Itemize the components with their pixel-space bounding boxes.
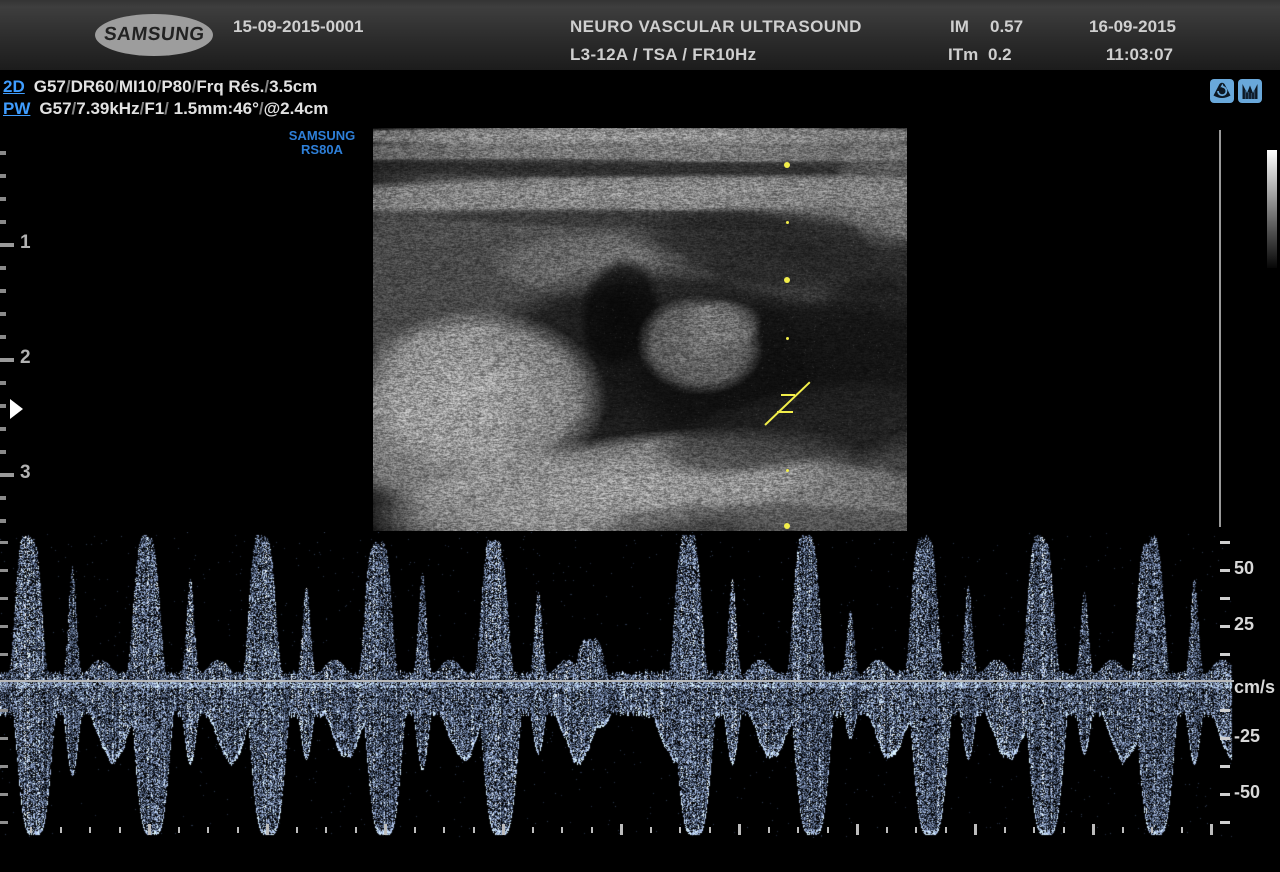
depth-ruler-minor-tick xyxy=(0,220,6,224)
velocity-scale-label: 50 xyxy=(1234,558,1280,579)
param-line-2d: 2DG57/DR60/MI10/P80/Frq Rés./3.5cm xyxy=(3,77,317,97)
machine-model-label: SAMSUNG RS80A xyxy=(288,129,356,157)
doppler-baseline[interactable] xyxy=(0,680,1234,682)
param-line-pw: PWG57/7.39kHz/F1/ 1.5mm:46°/@2.4cm xyxy=(3,99,328,119)
param-segment: 3.5cm xyxy=(269,77,317,96)
param-segment: 7.39kHz xyxy=(76,99,139,118)
model-brand: SAMSUNG xyxy=(288,129,356,143)
param-segment: @2.4cm xyxy=(264,99,329,118)
ti-label: ITm xyxy=(948,45,988,65)
patient-id: 15-09-2015-0001 xyxy=(233,17,363,37)
doppler-spectrum[interactable] xyxy=(0,532,1234,838)
model-name: RS80A xyxy=(288,143,356,157)
depth-ruler-minor-tick xyxy=(0,496,6,500)
samsung-logo-text: SAMSUNG xyxy=(103,24,206,46)
depth-ruler-minor-tick xyxy=(0,312,6,316)
exam-time: 11:03:07 xyxy=(1040,45,1173,65)
depth-ruler-minor-tick xyxy=(0,289,6,293)
velocity-scale-label: 25 xyxy=(1234,614,1280,635)
header-bar: SAMSUNG 15-09-2015-0001 NEURO VASCULAR U… xyxy=(0,0,1280,70)
samsung-logo: SAMSUNG xyxy=(95,14,213,56)
depth-ruler-minor-tick xyxy=(0,151,6,155)
exam-date: 16-09-2015 xyxy=(1040,17,1176,37)
depth-ruler-minor-tick xyxy=(0,427,6,431)
mi-label: IM xyxy=(950,17,990,37)
ultrasound-screen: SAMSUNG 15-09-2015-0001 NEURO VASCULAR U… xyxy=(0,0,1280,872)
grayscale-map-bar xyxy=(1267,150,1277,268)
depth-ruler-major-tick xyxy=(0,243,14,247)
velocity-scale-label: -50 xyxy=(1234,782,1280,803)
depth-ruler-minor-tick xyxy=(0,174,6,178)
thermal-index: ITm 0.2 xyxy=(948,45,1012,65)
mechanical-index: IM 0.57 xyxy=(950,17,1023,37)
param-segment: MI10 xyxy=(119,77,157,96)
depth-ruler-label: 2 xyxy=(20,347,31,369)
depth-ruler-minor-tick xyxy=(0,404,6,408)
depth-ruler-major-tick xyxy=(0,358,14,362)
study-title: NEURO VASCULAR ULTRASOUND xyxy=(570,17,862,37)
depth-ruler-major-tick xyxy=(0,473,14,477)
velocity-scale-label: cm/s xyxy=(1234,677,1280,698)
ti-value: 0.2 xyxy=(988,45,1012,65)
mode-label-pw: PW xyxy=(3,99,30,118)
depth-ruler-minor-tick xyxy=(0,197,6,201)
mode-label-2d: 2D xyxy=(3,77,25,96)
param-segment: G57 xyxy=(34,77,66,96)
param-segment: DR60 xyxy=(71,77,114,96)
param-segment: F1 xyxy=(144,99,164,118)
param-segment: P80 xyxy=(161,77,191,96)
image-right-border-line xyxy=(1219,130,1221,527)
depth-ruler-label: 3 xyxy=(20,462,31,484)
depth-ruler-label: 1 xyxy=(20,232,31,254)
depth-ruler-minor-tick xyxy=(0,335,6,339)
depth-ruler-minor-tick xyxy=(0,450,6,454)
bmode-image[interactable] xyxy=(373,128,907,531)
m-glyph-icon[interactable] xyxy=(1238,79,1262,103)
param-segment: G57 xyxy=(39,99,71,118)
param-segment: Frq Rés. xyxy=(196,77,264,96)
depth-ruler-minor-tick xyxy=(0,266,6,270)
velocity-scale-label: -25 xyxy=(1234,726,1280,747)
mi-value: 0.57 xyxy=(990,17,1023,37)
param-segment: 1.5mm:46° xyxy=(169,99,259,118)
depth-ruler-minor-tick xyxy=(0,381,6,385)
focus-marker-icon xyxy=(10,399,23,419)
probe-orientation-icon[interactable] xyxy=(1210,79,1234,103)
depth-ruler-minor-tick xyxy=(0,519,6,523)
probe-preset-info: L3-12A / TSA / FR10Hz xyxy=(570,45,756,65)
